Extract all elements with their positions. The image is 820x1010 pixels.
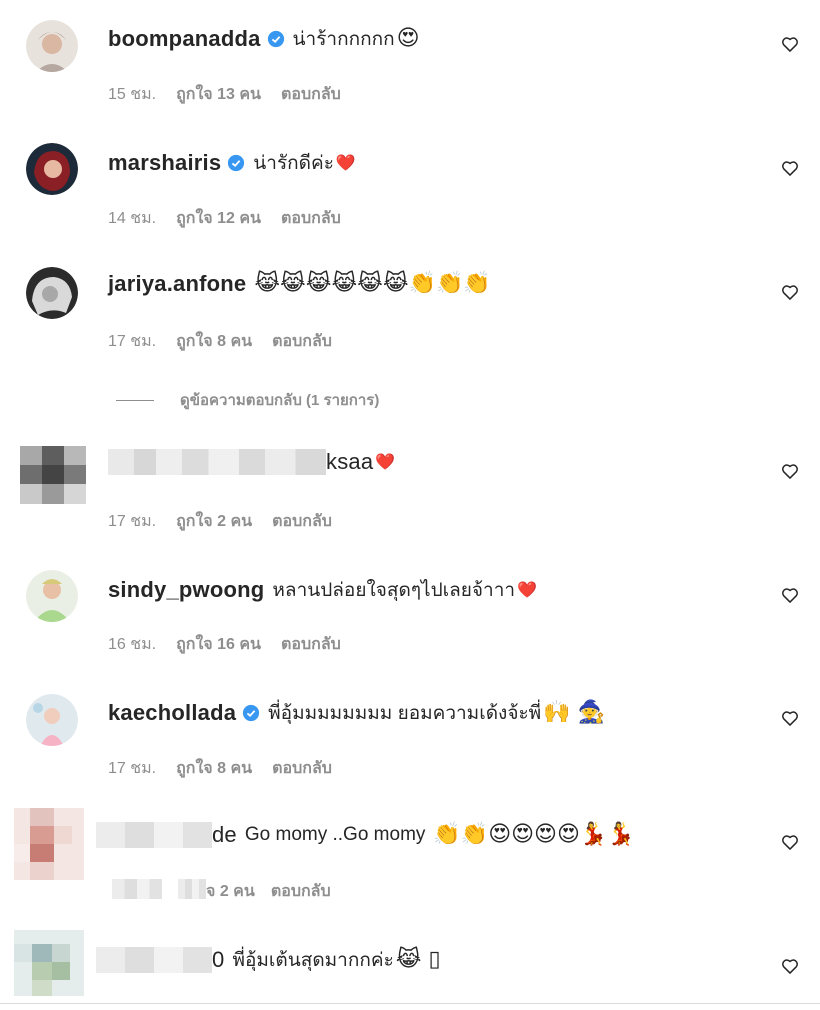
like-count[interactable]: ถูกใจ 8 คน	[176, 756, 252, 781]
comment-time[interactable]: 17 ชม.	[108, 329, 156, 354]
like-heart-icon[interactable]	[780, 158, 800, 178]
verified-badge-icon	[267, 30, 284, 48]
comment-text: Go momy ..Go momy	[244, 824, 426, 845]
comment-emoji: ❤️	[335, 153, 356, 172]
avatar[interactable]	[26, 694, 78, 746]
comment-line: kaechollada พี่อุ้มมมมมมมม ยอมความเด้งจ้…	[108, 698, 605, 728]
comment-text: น่ารักดีค่ะ	[253, 153, 334, 174]
comment-line: jariya.anfone 😹😹😹😹😹😹👏👏👏	[108, 271, 491, 297]
username-link[interactable]: ksaa	[326, 449, 373, 475]
avatar[interactable]	[26, 570, 78, 622]
avatar[interactable]	[26, 20, 78, 72]
comment-line: ksaa ❤️	[108, 449, 395, 475]
reply-button[interactable]: ตอบกลับ	[271, 879, 331, 904]
comment-line: 0 พี่อุ้มเต้นสุดมากกค่ะ 😹 ▯	[96, 945, 441, 975]
avatar[interactable]	[14, 930, 84, 996]
comment-time[interactable]: 14 ชม.	[108, 206, 156, 231]
like-heart-icon[interactable]	[780, 282, 800, 302]
comment-emoji: 🙌 🧙	[543, 700, 605, 725]
reply-button[interactable]: ตอบกลับ	[272, 509, 332, 534]
like-count[interactable]: ถูกใจ 8 คน	[176, 329, 252, 354]
like-heart-icon[interactable]	[780, 832, 800, 852]
blurred-username	[96, 947, 212, 973]
replies-divider	[116, 399, 154, 401]
like-count[interactable]: ถูกใจ 16 คน	[176, 632, 261, 657]
comment-emoji: 😍	[396, 26, 420, 51]
comment-line: boompanadda น่าร้ากกกกก 😍	[108, 24, 420, 54]
username-link[interactable]: 0	[212, 947, 224, 973]
bottom-divider	[0, 1003, 820, 1004]
comment-emoji: 😹 ▯	[395, 947, 441, 972]
verified-badge-icon	[243, 704, 260, 722]
username-link[interactable]: jariya.anfone	[108, 271, 246, 297]
comment-meta: 17 ชม. ถูกใจ 8 คน ตอบกลับ	[108, 329, 332, 354]
comment-line: de Go momy ..Go momy 👏👏😍😍😍😍💃💃	[96, 822, 635, 848]
comment-emoji: 👏👏😍😍😍😍💃💃	[433, 822, 635, 847]
reply-button[interactable]: ตอบกลับ	[281, 632, 341, 657]
comment-meta: 17 ชม. ถูกใจ 8 คน ตอบกลับ	[108, 756, 332, 781]
username-link[interactable]: de	[212, 822, 237, 848]
comment-time[interactable]: 17 ชม.	[108, 756, 156, 781]
comment-time[interactable]: 17 ชม.	[108, 509, 156, 534]
like-count[interactable]: ถูกใจ 13 คน	[176, 82, 261, 107]
comment-emoji: ❤️	[375, 452, 396, 471]
like-heart-icon[interactable]	[780, 461, 800, 481]
reply-button[interactable]: ตอบกลับ	[272, 329, 332, 354]
comment-text: พี่อุ้มเต้นสุดมากกค่ะ	[232, 950, 394, 971]
comment-text: พี่อุ้มมมมมมมม ยอมความเด้งจ้ะพี่	[268, 703, 542, 724]
avatar[interactable]	[26, 267, 78, 319]
comment-meta: จ 2 คน ตอบกลับ	[112, 879, 331, 904]
comment-text: หลานปล่อยใจสุดๆไปเลยจ้าาา	[272, 580, 516, 601]
comment-emoji: ❤️	[517, 580, 537, 599]
comment-text: น่าร้ากกกกก	[292, 29, 395, 50]
username-link[interactable]: marshairis	[108, 150, 221, 176]
reply-button[interactable]: ตอบกลับ	[281, 206, 341, 231]
username-link[interactable]: kaechollada	[108, 700, 236, 726]
comment-time[interactable]: 16 ชม.	[108, 632, 156, 657]
avatar[interactable]	[26, 143, 78, 195]
blurred-time	[112, 879, 162, 899]
reply-button[interactable]: ตอบกลับ	[281, 82, 341, 107]
comment-meta: 16 ชม. ถูกใจ 16 คน ตอบกลับ	[108, 632, 341, 657]
verified-badge-icon	[228, 154, 245, 172]
like-count[interactable]: ถูกใจ 12 คน	[176, 206, 261, 231]
like-heart-icon[interactable]	[780, 585, 800, 605]
comment-meta: 15 ชม. ถูกใจ 13 คน ตอบกลับ	[108, 82, 341, 107]
comment-line: sindy_pwoong หลานปล่อยใจสุดๆไปเลยจ้าาา ❤…	[108, 575, 537, 605]
comment-meta: 17 ชม. ถูกใจ 2 คน ตอบกลับ	[108, 509, 332, 534]
like-count[interactable]: จ 2 คน	[206, 879, 255, 904]
blurred-username	[108, 449, 326, 475]
reply-button[interactable]: ตอบกลับ	[272, 756, 332, 781]
like-heart-icon[interactable]	[780, 34, 800, 54]
username-link[interactable]: boompanadda	[108, 26, 261, 52]
blurred-username	[96, 822, 212, 848]
username-link[interactable]: sindy_pwoong	[108, 577, 264, 603]
comment-meta: 14 ชม. ถูกใจ 12 คน ตอบกลับ	[108, 206, 341, 231]
like-count[interactable]: ถูกใจ 2 คน	[176, 509, 252, 534]
like-heart-icon[interactable]	[780, 708, 800, 728]
comment-time[interactable]: 15 ชม.	[108, 82, 156, 107]
blurred-likes	[178, 879, 206, 899]
like-heart-icon[interactable]	[780, 956, 800, 976]
view-replies-button[interactable]: ดูข้อความตอบกลับ (1 รายการ)	[116, 388, 379, 412]
avatar[interactable]	[14, 808, 84, 880]
avatar[interactable]	[20, 446, 86, 504]
comment-emoji: 😹😹😹😹😹😹👏👏👏	[254, 271, 491, 296]
comment-line: marshairis น่ารักดีค่ะ ❤️	[108, 148, 356, 178]
view-replies-label: ดูข้อความตอบกลับ (1 รายการ)	[180, 392, 380, 409]
